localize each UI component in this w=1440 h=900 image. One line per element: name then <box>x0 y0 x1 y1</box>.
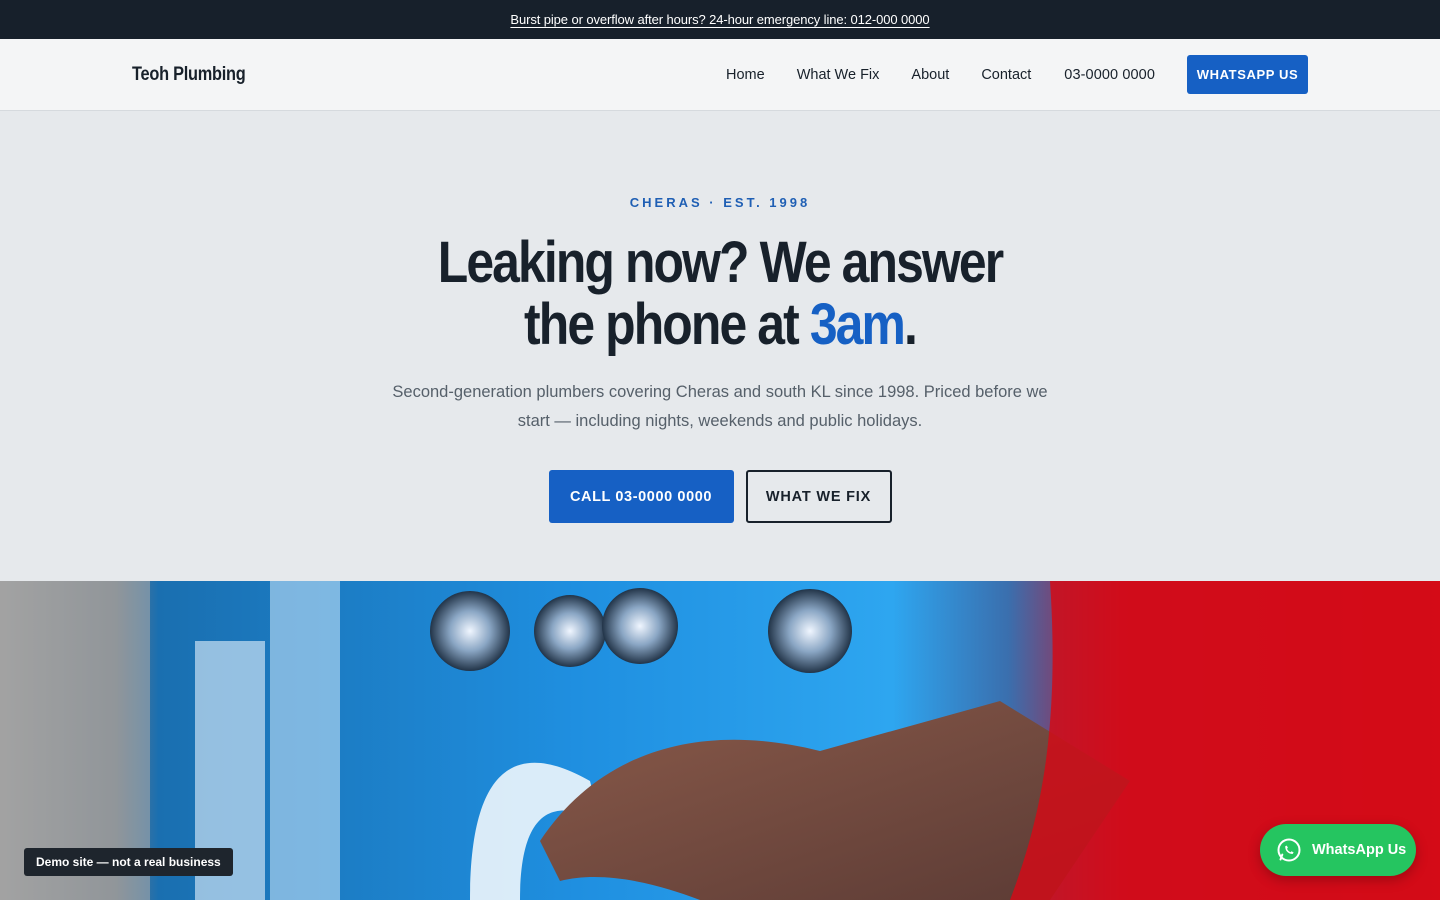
demo-site-badge: Demo site — not a real business <box>24 848 233 876</box>
hero-eyebrow: CHERAS · EST. 1998 <box>629 195 811 210</box>
headline-line-2: the phone at <box>524 292 810 357</box>
hero-actions: CALL 03-0000 0000 WHAT WE FIX <box>0 470 1440 523</box>
floating-whatsapp-label: WhatsApp Us <box>1312 842 1407 858</box>
whatsapp-button[interactable]: WHATSAPP US <box>1187 55 1308 94</box>
hero-section: CHERAS · EST. 1998 Leaking now? We answe… <box>0 111 1440 580</box>
headline-line-1: Leaking now? We answer <box>437 230 1004 295</box>
hero-headline: Leaking now? We answer the phone at 3am. <box>101 232 1339 356</box>
hero-subtext: Second-generation plumbers covering Cher… <box>392 383 1048 430</box>
whatsapp-icon <box>1276 837 1302 863</box>
headline-period: . <box>903 292 918 357</box>
emergency-line-link[interactable]: Burst pipe or overflow after hours? 24-h… <box>510 12 929 27</box>
brand-logo[interactable]: Teoh Plumbing <box>132 64 246 86</box>
site-header: Teoh Plumbing Home What We Fix About Con… <box>0 39 1440 111</box>
nav-phone-link[interactable]: 03-0000 0000 <box>1064 67 1155 83</box>
nav-what-we-fix[interactable]: What We Fix <box>797 67 880 83</box>
call-button[interactable]: CALL 03-0000 0000 <box>548 470 734 523</box>
what-we-fix-button[interactable]: WHAT WE FIX <box>745 470 892 523</box>
announcement-bar: Burst pipe or overflow after hours? 24-h… <box>0 0 1440 39</box>
nav-home[interactable]: Home <box>726 67 765 83</box>
headline-accent: 3am <box>809 292 906 357</box>
floating-whatsapp-button[interactable]: WhatsApp Us <box>1260 824 1416 876</box>
main-nav: Home What We Fix About Contact 03-0000 0… <box>726 55 1308 94</box>
nav-about[interactable]: About <box>911 67 949 83</box>
nav-contact[interactable]: Contact <box>981 67 1031 83</box>
